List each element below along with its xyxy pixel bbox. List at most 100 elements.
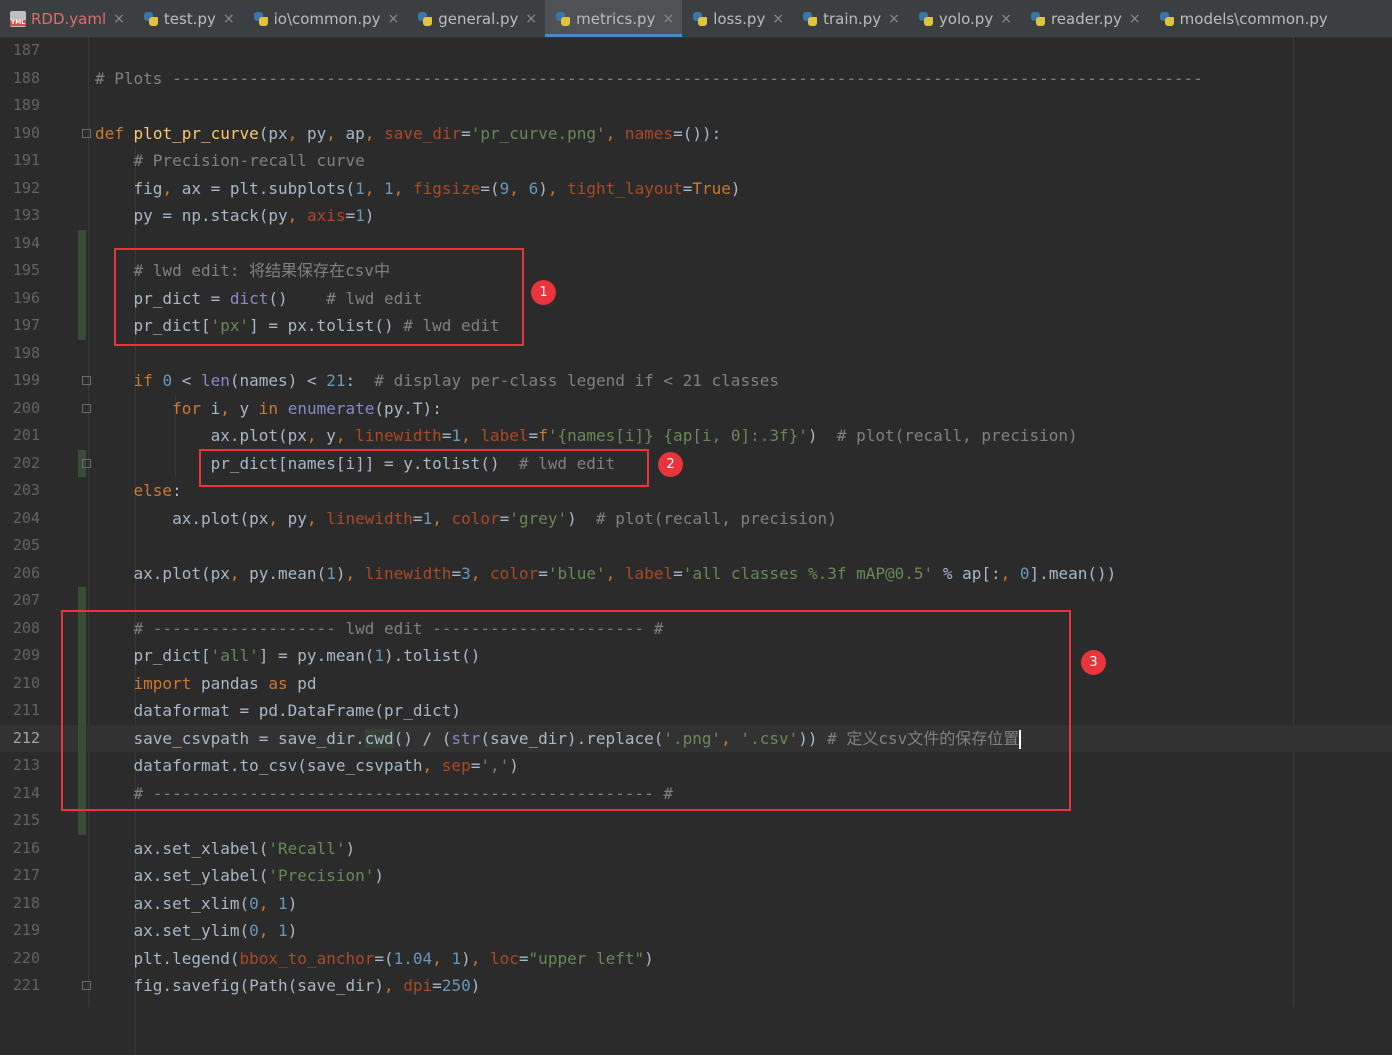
code-text[interactable]: ax.set_ylim(0, 1) [95,917,298,945]
line-number: 191 [12,151,40,169]
code-text[interactable]: ax.set_xlabel('Recall') [95,835,356,863]
code-text[interactable]: ax.plot(px, py.mean(1), linewidth=3, col… [95,560,1117,588]
line-number: 214 [12,783,40,802]
yaml-file-icon [10,10,26,27]
code-line[interactable]: 221 fig.savefig(Path(save_dir), dpi=250) [0,972,1392,1000]
line-number: 204 [12,508,40,527]
line-number: 192 [12,178,40,197]
fold-toggle-icon[interactable] [82,376,91,385]
code-line[interactable]: 220 plt.legend(bbox_to_anchor=(1.04, 1),… [0,945,1392,973]
close-icon[interactable]: × [388,11,400,27]
close-icon[interactable]: × [662,11,674,27]
close-icon[interactable]: × [525,11,537,27]
line-number: 187 [12,41,40,59]
line-number: 194 [12,233,40,252]
python-file-icon [1159,11,1175,27]
fold-toggle-icon[interactable] [82,128,91,138]
code-editor[interactable]: 187 188 # Plots --------------------------… [0,37,1392,1055]
close-icon[interactable]: × [1000,11,1012,27]
tab-label: RDD.yaml [31,9,107,28]
line-number: 217 [12,866,40,884]
close-icon[interactable]: × [223,11,235,27]
tab-train-py[interactable]: train.py × [792,0,908,37]
line-number: 200 [12,398,40,417]
tab-rdd-yaml[interactable]: RDD.yaml × [0,0,133,37]
line-number: 189 [12,96,40,114]
annotation-box-3 [61,610,1071,811]
code-text[interactable]: ax.set_ylabel('Precision') [95,862,384,890]
tab-models-common-py[interactable]: models\common.py [1149,0,1343,37]
vcs-change-marker[interactable] [78,229,86,340]
code-text[interactable]: fig, ax = plt.subplots(1, 1, figsize=(9,… [95,175,741,203]
code-text[interactable]: fig.savefig(Path(save_dir), dpi=250) [95,972,481,1000]
code-line[interactable]: 187 [0,37,1392,65]
close-icon[interactable]: × [772,11,784,27]
line-number: 219 [12,921,40,939]
code-text[interactable]: ax.plot(px, py, linewidth=1, color='grey… [95,505,837,533]
code-line[interactable]: 201 ax.plot(px, y, linewidth=1, label=f'… [0,422,1392,450]
code-line[interactable]: 215 [0,807,1392,835]
python-file-icon [1030,11,1046,27]
python-file-icon [555,11,571,27]
line-number: 201 [12,426,40,444]
tab-loss-py[interactable]: loss.py × [682,0,792,37]
line-number: 212 [12,728,40,747]
code-line[interactable]: 191 # Precision-recall curve [0,147,1392,175]
line-number: 202 [12,453,40,472]
line-number: 206 [12,563,40,582]
code-text[interactable]: # Plots --------------------------------… [95,65,1203,93]
code-line[interactable]: 216 ax.set_xlabel('Recall') [0,835,1392,863]
python-file-icon [918,11,934,27]
line-number: 220 [12,948,40,967]
code-text[interactable]: # Precision-recall curve [95,147,365,175]
code-line[interactable]: 190 def plot_pr_curve(px, py, ap, save_di… [0,120,1392,148]
annotation-badge-3: 3 [1081,650,1106,675]
line-number: 203 [12,481,40,499]
close-icon[interactable]: × [888,11,900,27]
code-text[interactable]: py = np.stack(py, axis=1) [95,202,375,230]
code-line[interactable]: 218 ax.set_xlim(0, 1) [0,890,1392,918]
code-line[interactable]: 204 ax.plot(px, py, linewidth=1, color='… [0,505,1392,533]
line-number: 197 [12,316,40,334]
line-number: 215 [12,811,40,829]
tab-reader-py[interactable]: reader.py × [1020,0,1149,37]
python-file-icon [802,11,818,27]
annotation-badge-1: 1 [531,280,556,305]
code-line[interactable]: 199 if 0 < len(names) < 21: # display pe… [0,367,1392,395]
tab-metrics-py[interactable]: metrics.py × [545,0,683,37]
code-line[interactable]: 193 py = np.stack(py, axis=1) [0,202,1392,230]
code-line[interactable]: 188 # Plots -----------------------------… [0,65,1392,93]
close-icon[interactable]: × [113,11,125,27]
fold-toggle-icon[interactable] [82,981,91,990]
tab-label: yolo.py [938,9,994,28]
code-line[interactable]: 189 [0,92,1392,120]
tab-test-py[interactable]: test.py × [133,0,243,37]
line-number: 195 [12,261,40,279]
code-line[interactable]: 219 ax.set_ylim(0, 1) [0,917,1392,945]
python-file-icon [253,11,269,27]
code-line[interactable]: 206 ax.plot(px, py.mean(1), linewidth=3,… [0,560,1392,588]
line-number: 199 [12,371,40,389]
line-number: 205 [12,536,40,554]
fold-toggle-icon[interactable] [82,458,91,468]
code-line[interactable]: 192 fig, ax = plt.subplots(1, 1, figsize… [0,175,1392,203]
annotation-badge-2: 2 [658,452,683,477]
tab-general-py[interactable]: general.py × [407,0,545,37]
code-text[interactable]: for i, y in enumerate(py.T): [95,395,442,423]
code-line[interactable]: 217 ax.set_ylabel('Precision') [0,862,1392,890]
code-text[interactable]: ax.plot(px, y, linewidth=1, label=f'{nam… [95,422,1078,450]
code-text[interactable]: if 0 < len(names) < 21: # display per-cl… [95,367,779,395]
tab-yolo-py[interactable]: yolo.py × [908,0,1020,37]
fold-toggle-icon[interactable] [82,403,91,413]
line-number: 198 [12,343,40,362]
code-text[interactable]: ax.set_xlim(0, 1) [95,890,298,918]
tab-io-common-py[interactable]: io\common.py × [243,0,408,37]
code-text[interactable]: def plot_pr_curve(px, py, ap, save_dir='… [95,120,721,148]
code-line[interactable]: 200 for i, y in enumerate(py.T): [0,395,1392,423]
code-text[interactable]: else: [95,477,182,505]
tab-label: reader.py [1050,9,1122,28]
close-icon[interactable]: × [1129,11,1141,27]
line-number: 190 [12,123,40,142]
code-line[interactable]: 205 [0,532,1392,560]
code-text[interactable]: plt.legend(bbox_to_anchor=(1.04, 1), loc… [95,945,654,973]
